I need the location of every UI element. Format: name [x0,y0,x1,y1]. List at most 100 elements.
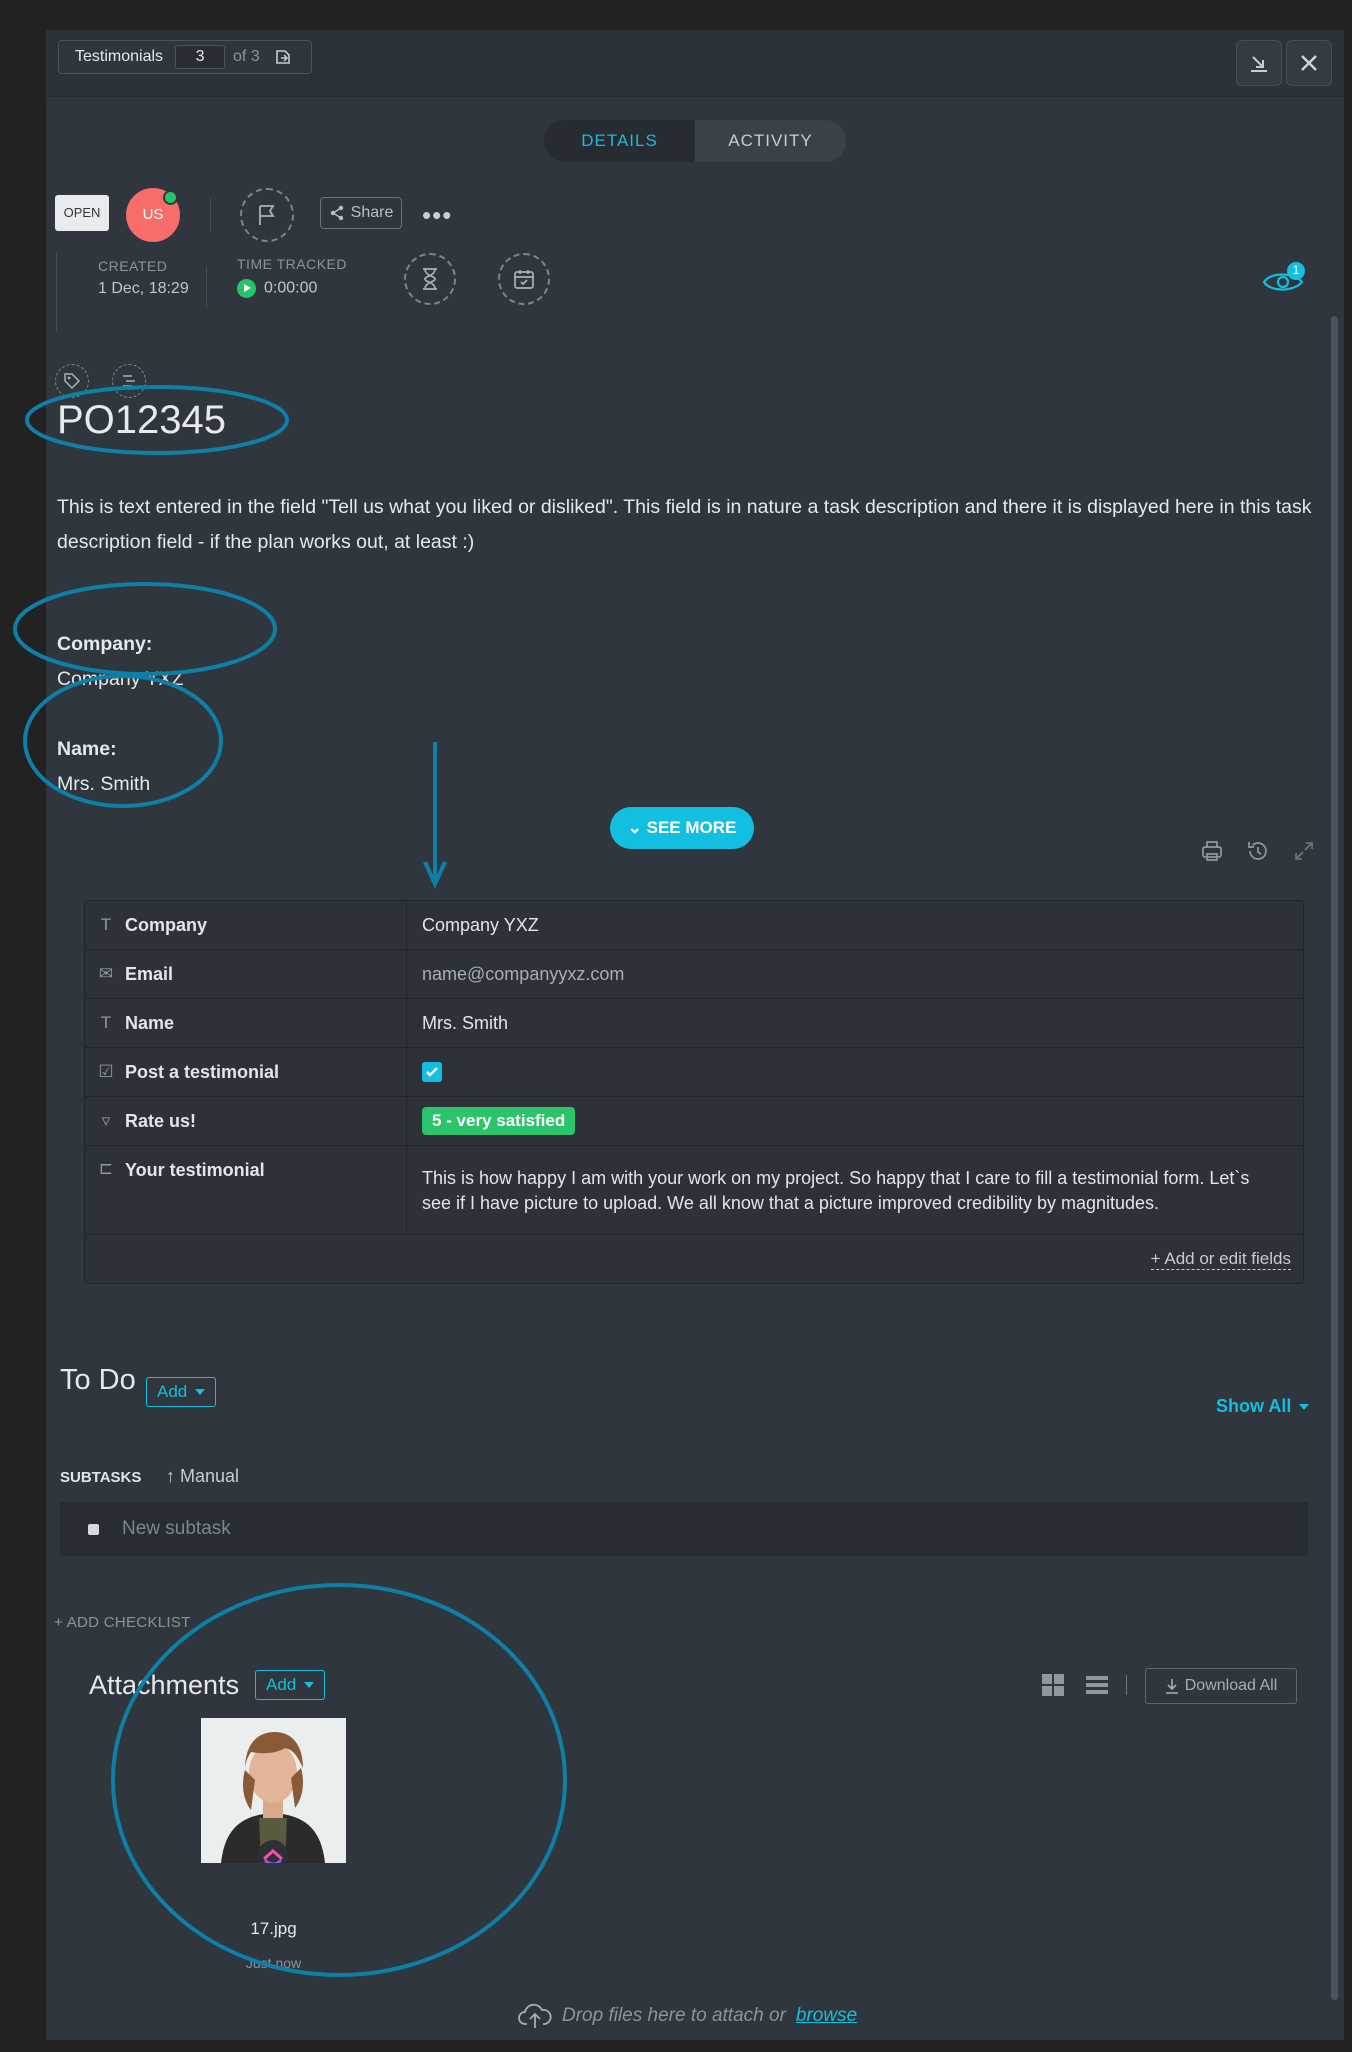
rating-badge[interactable]: 5 - very satisfied [422,1107,576,1135]
task-title[interactable]: PO12345 [57,398,226,443]
company-label: Company: [57,633,153,655]
divider [56,252,57,332]
share-label: Share [350,204,394,221]
task-panel: Testimonials 3 of 3 DETAILS ACTIVITY OPE… [46,30,1344,2040]
list-view-icon[interactable] [1085,1673,1109,1697]
attachments-title: Attachments [89,1670,240,1700]
field-name: Email [125,963,174,984]
divider [206,266,207,308]
field-row-rate[interactable]: ▿ Rate us! 5 - very satisfied [85,1097,1303,1146]
todo-title: To Do [60,1364,136,1396]
see-more-label: SEE MORE [646,818,737,837]
new-subtask-placeholder: New subtask [122,1518,231,1539]
drop-zone[interactable]: Drop files here to attach or browse [518,2002,857,2030]
text-field-icon: T [100,1013,112,1032]
time-estimate-button[interactable] [404,253,456,305]
time-tracker[interactable]: 0:00:00 [237,279,317,298]
download-all-button[interactable]: Download All [1145,1668,1297,1704]
hourglass-icon [423,268,437,290]
field-value[interactable]: Company YXZ [407,901,1303,949]
dependencies-button[interactable] [112,364,146,398]
print-icon[interactable] [1199,838,1225,864]
field-name: Name [125,1012,175,1033]
download-all-label: Download All [1184,1677,1278,1694]
scrollbar[interactable] [1331,316,1338,2000]
task-index-input[interactable]: 3 [175,45,226,69]
watchers-button[interactable]: 1 [1262,262,1306,298]
close-button[interactable] [1286,40,1332,86]
field-value[interactable]: name@companyyxz.com [407,950,1303,998]
chevron-down-icon [195,1389,206,1395]
add-edit-fields-link[interactable]: + Add or edit fields [1150,1249,1291,1270]
email-icon: ✉ [98,964,114,983]
name-label: Name: [57,738,117,760]
detail-tabs: DETAILS ACTIVITY [544,120,846,162]
checkbox-checked[interactable] [422,1062,442,1082]
dependency-icon [123,375,135,387]
show-all-label: Show All [1216,1396,1292,1416]
new-subtask-input[interactable]: New subtask [60,1502,1308,1556]
share-icon [330,205,343,221]
field-row-post-testimonial[interactable]: ☑ Post a testimonial [85,1048,1303,1097]
field-value[interactable]: Mrs. Smith [407,999,1303,1047]
priority-button[interactable] [240,188,294,242]
more-options-icon[interactable]: ••• [422,200,452,231]
created-value: 1 Dec, 18:29 [98,280,189,297]
long-text-icon: ⊏ [98,1159,114,1178]
field-name: Your testimonial [125,1160,265,1180]
attachments-add-label: Add [266,1675,297,1694]
browse-link[interactable]: browse [796,2005,857,2027]
flag-icon [259,205,275,225]
tab-details[interactable]: DETAILS [544,120,695,162]
add-checklist-button[interactable]: + ADD CHECKLIST [54,1614,191,1631]
field-value[interactable]: 5 - very satisfied [407,1097,1303,1145]
field-value[interactable]: This is how happy I am with your work on… [407,1146,1303,1234]
status-badge[interactable]: OPEN [55,195,109,231]
time-tracked-label: TIME TRACKED [237,256,347,272]
field-row-company[interactable]: T Company Company YXZ [85,901,1303,950]
sort-label: Manual [180,1466,240,1486]
task-topbar: Testimonials 3 of 3 [46,30,1344,97]
time-tracked-value: 0:00:00 [264,279,318,297]
attachment-name[interactable]: 17.jpg [201,1919,346,1939]
history-icon[interactable] [1245,838,1271,864]
field-value[interactable] [407,1048,1303,1096]
field-row-testimonial[interactable]: ⊏ Your testimonial This is how happy I am… [85,1146,1303,1235]
minimize-icon [1251,56,1267,72]
fields-footer: + Add or edit fields [85,1235,1303,1283]
show-all-button[interactable]: Show All [1216,1396,1310,1417]
share-button[interactable]: Share [320,197,402,229]
created-label: CREATED [98,258,168,274]
subtask-status-icon [88,1524,99,1535]
list-name: Testimonials [75,48,164,65]
check-icon [426,1067,438,1077]
tab-activity[interactable]: ACTIVITY [695,120,846,162]
assignee-initials: US [142,206,164,223]
cloud-upload-icon [518,2003,552,2028]
chevron-down-icon [1299,1403,1310,1410]
grid-view-icon[interactable] [1041,1673,1065,1697]
play-icon[interactable] [237,279,256,298]
see-more-button[interactable]: ⌄ SEE MORE [610,807,754,849]
field-name: Post a testimonial [125,1061,280,1082]
due-date-button[interactable] [498,253,550,305]
chevron-down-icon [304,1682,315,1688]
divider [1126,1675,1127,1695]
list-navigator[interactable]: Testimonials 3 of 3 [58,40,312,74]
open-list-icon[interactable] [274,49,292,65]
tags-button[interactable] [55,364,89,398]
assignee-avatar[interactable]: US [126,188,180,242]
task-description[interactable]: This is text entered in the field "Tell … [57,490,1337,560]
minimize-button[interactable] [1236,40,1282,86]
name-value: Mrs. Smith [57,773,151,795]
drop-text: Drop files here to attach or [562,2005,786,2026]
text-field-icon: T [100,915,112,934]
field-row-name[interactable]: T Name Mrs. Smith [85,999,1303,1048]
field-row-email[interactable]: ✉ Email name@companyyxz.com [85,950,1303,999]
sort-manual-button[interactable]: ↑ Manual [166,1466,239,1487]
field-name: Company [125,914,208,935]
attachment-thumbnail[interactable] [201,1718,346,1863]
attachments-add-button[interactable]: Add [255,1670,326,1700]
expand-icon[interactable] [1291,838,1317,864]
todo-add-button[interactable]: Add [146,1377,217,1407]
